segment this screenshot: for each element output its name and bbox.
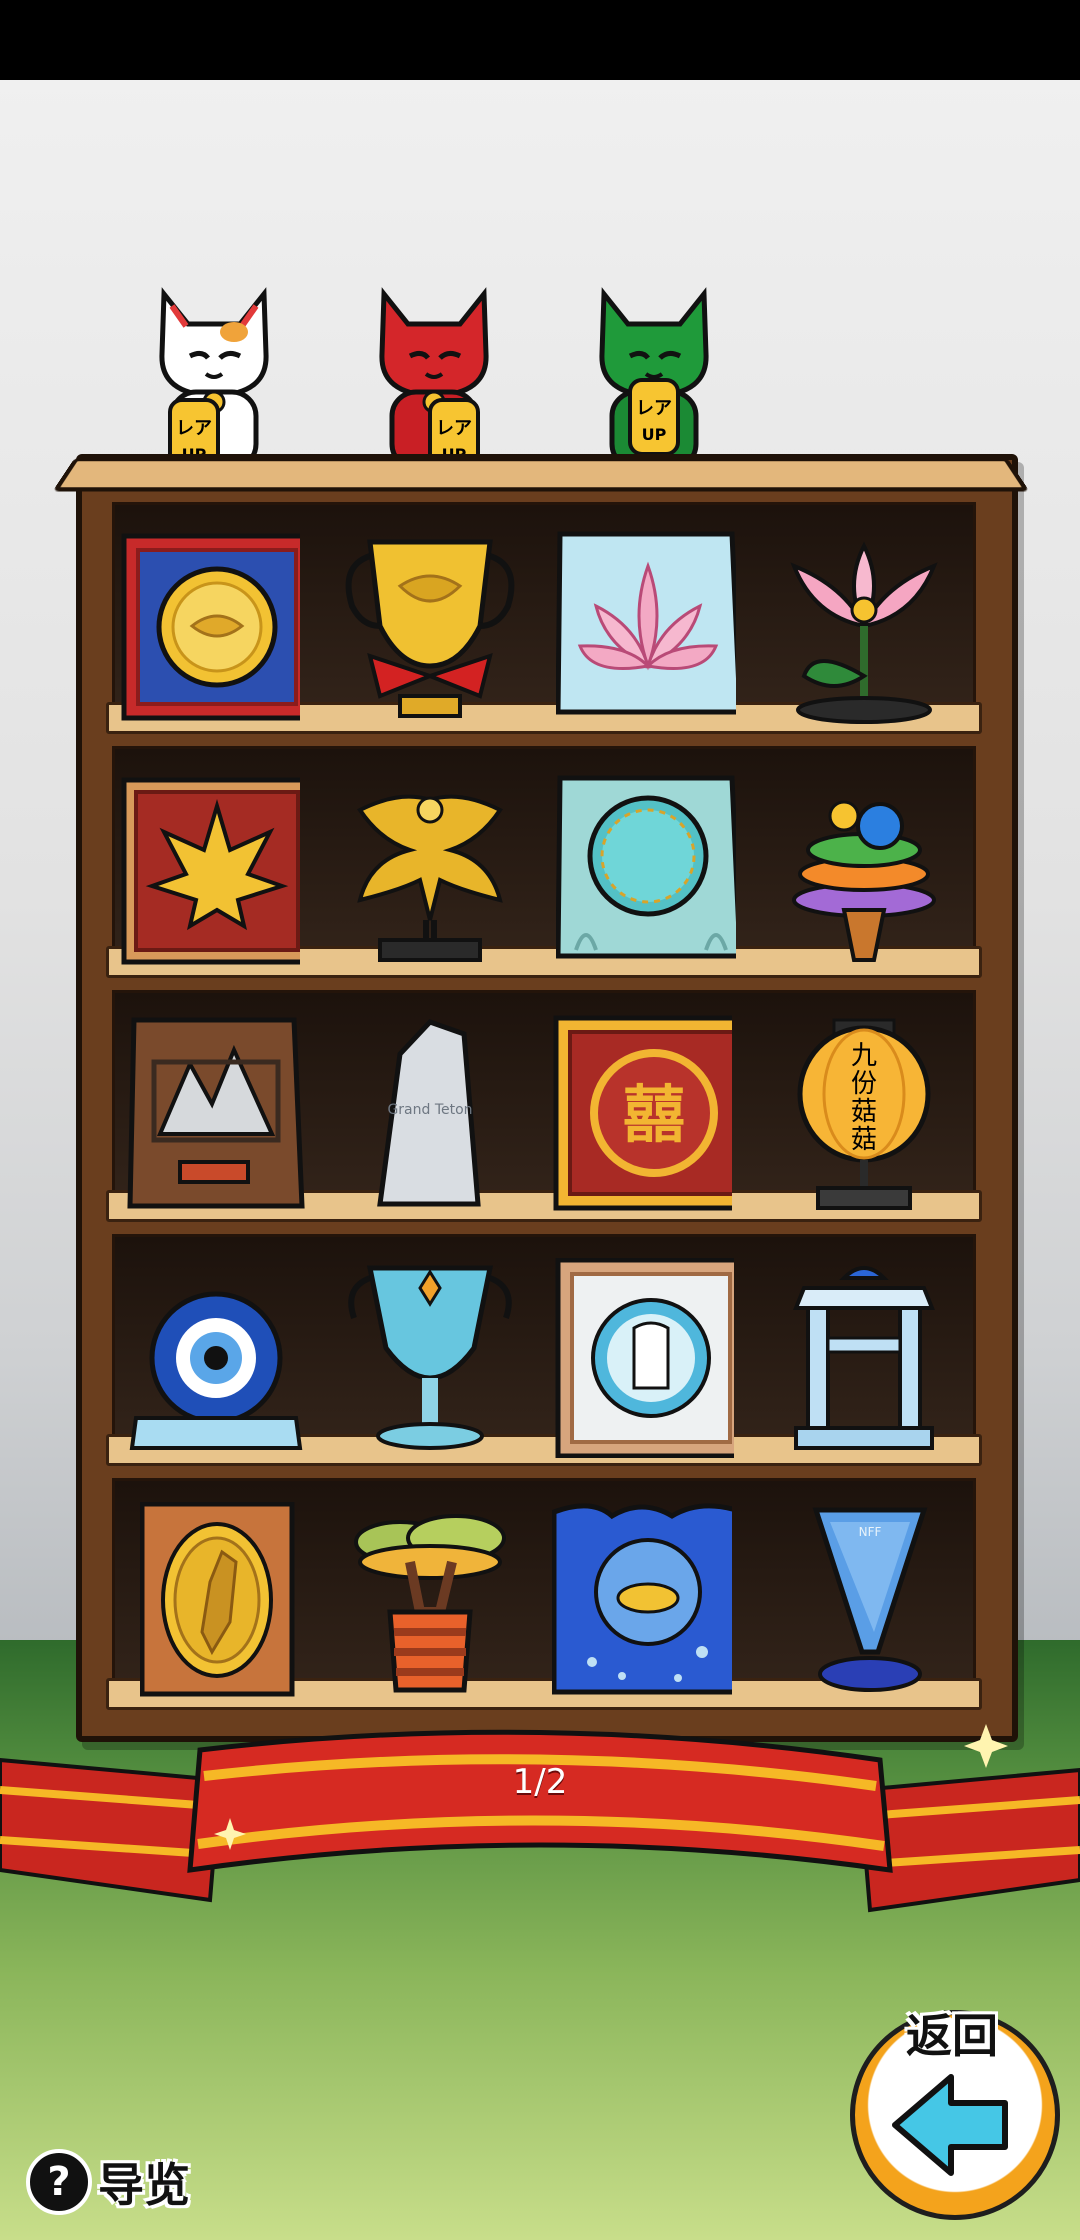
- coral-reef-sculpture-icon[interactable]: [774, 770, 954, 970]
- question-mark-icon: ?: [26, 2149, 92, 2215]
- grand-teton-crystal-icon[interactable]: Grand Teton: [360, 1014, 540, 1214]
- lotus-plaque-icon[interactable]: [556, 526, 736, 726]
- submarine-wave-plaque-icon[interactable]: [552, 1502, 732, 1702]
- temple-pavilion-icon[interactable]: [774, 1258, 954, 1458]
- lantern-char: 菇: [851, 1097, 877, 1127]
- guide-button-label: 导览: [98, 2158, 190, 2212]
- svg-text:囍: 囍: [623, 1078, 685, 1151]
- golden-phoenix-icon[interactable]: [340, 770, 520, 970]
- paper-lantern-icon[interactable]: 九 份 菇 菇: [774, 1014, 954, 1214]
- svg-text:レア: レア: [636, 398, 672, 419]
- back-button-label[interactable]: 返回: [892, 2000, 1012, 2066]
- evil-eye-bead-icon[interactable]: [126, 1258, 306, 1458]
- turquoise-medallion-plaque-icon[interactable]: [556, 770, 736, 970]
- mountain-plaque-icon[interactable]: [126, 1014, 306, 1214]
- double-happiness-plaque-icon[interactable]: 囍: [552, 1014, 732, 1214]
- page-indicator: 1/2: [512, 1762, 568, 1802]
- shelf-top-board: [52, 457, 1030, 492]
- maple-leaf-plaque-icon[interactable]: [120, 770, 300, 970]
- blue-cone-trophy-icon[interactable]: NFF: [800, 1502, 980, 1702]
- green-lucky-cat-figure[interactable]: レア UP: [590, 284, 718, 480]
- gold-trophy-cup-icon[interactable]: [340, 526, 520, 726]
- white-lucky-cat-figure[interactable]: レア UP: [150, 284, 278, 480]
- guide-button[interactable]: ? 导览: [26, 2149, 190, 2215]
- creature-portrait-plaque-icon[interactable]: [554, 1258, 734, 1458]
- svg-text:レア: レア: [436, 418, 472, 439]
- status-bar: [0, 0, 1080, 80]
- blue-crystal-cup-icon[interactable]: [340, 1258, 520, 1458]
- lantern-char: 菇: [851, 1125, 877, 1155]
- gold-coin-plaque-icon[interactable]: [120, 526, 300, 726]
- red-lucky-cat-figure[interactable]: レア UP: [370, 284, 498, 480]
- nff-label: NFF: [859, 1525, 882, 1539]
- lotus-flower-icon[interactable]: [774, 526, 954, 726]
- white-cat-badge-text: レア: [176, 418, 212, 439]
- svg-text:UP: UP: [642, 425, 667, 444]
- lantern-char: 九: [851, 1041, 877, 1071]
- lantern-char: 份: [851, 1069, 877, 1099]
- page-ribbon-banner: [0, 1724, 1080, 1913]
- baobab-tree-vase-icon[interactable]: [340, 1502, 520, 1702]
- madagascar-medal-plaque-icon[interactable]: [140, 1502, 320, 1702]
- grand-teton-label: Grand Teton: [387, 1102, 472, 1118]
